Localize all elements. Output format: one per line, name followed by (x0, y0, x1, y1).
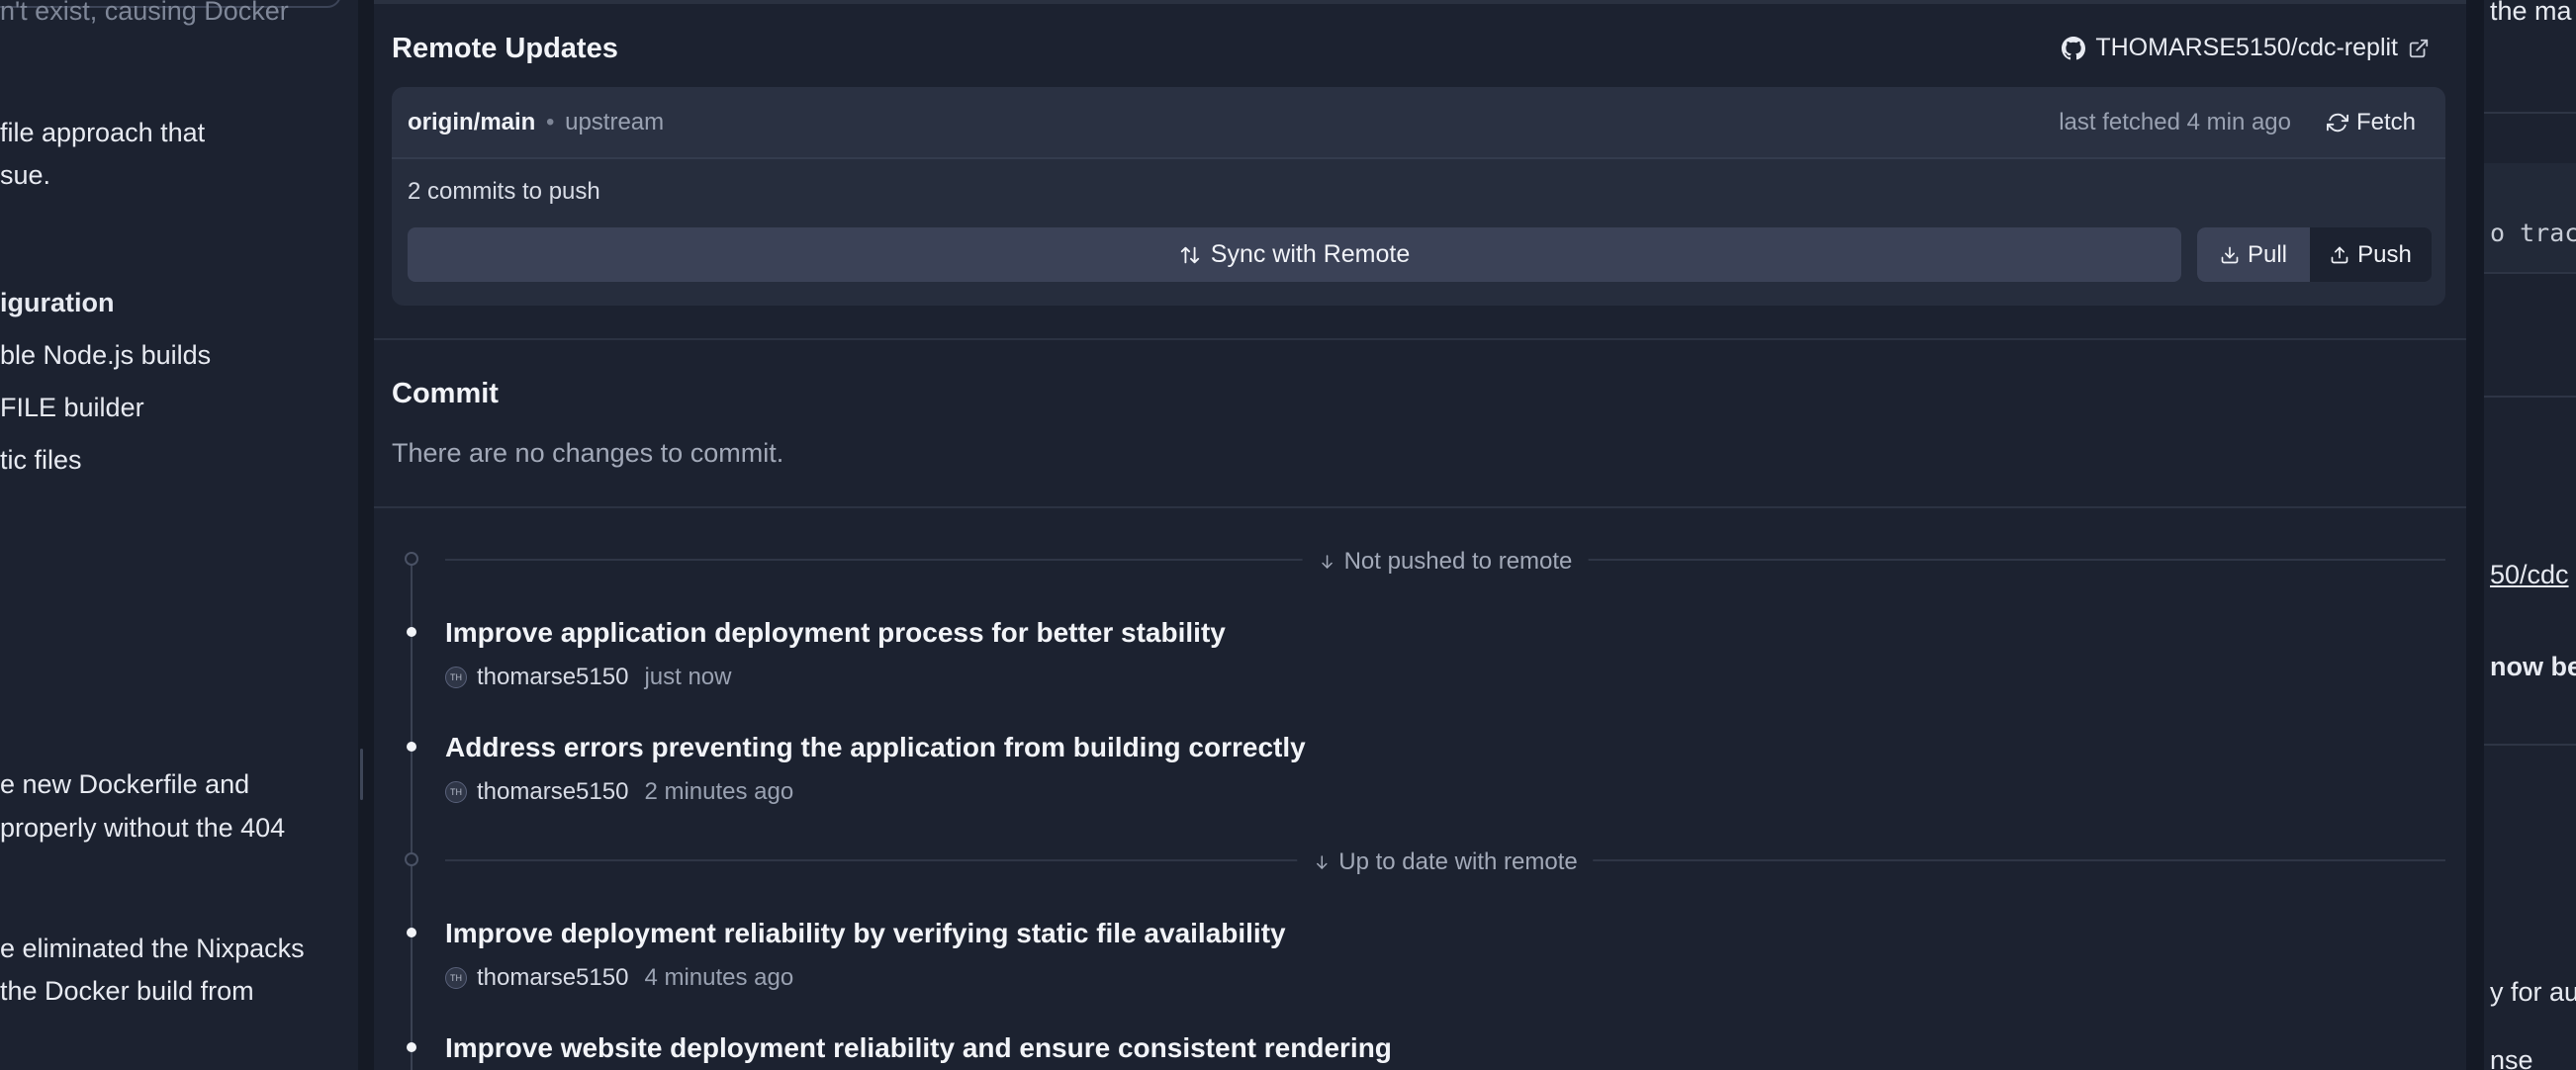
commits-to-push-count: 2 commits to push (408, 178, 600, 205)
chat-list-item: ble Node.js builds (0, 340, 212, 370)
doc-text-line: now be (2490, 652, 2576, 681)
section-divider (374, 506, 2466, 508)
commit-meta: TH thomarse5150 2 minutes ago (445, 778, 793, 806)
chat-list-item: tic files (0, 445, 82, 475)
remote-card: origin/main • upstream last fetched 4 mi… (392, 87, 2445, 306)
pull-push-group: Pull Push (2197, 227, 2432, 282)
commit-section-title: Commit (392, 378, 499, 409)
block-border (2484, 396, 2576, 398)
repo-url-link[interactable]: 50/cdc (2490, 560, 2569, 590)
group-divider-not-pushed: Not pushed to remote (445, 548, 2445, 576)
group-marker (405, 552, 418, 566)
commit-time: just now (644, 664, 732, 690)
sync-label: Sync with Remote (1210, 240, 1411, 268)
last-fetched-text: last fetched 4 min ago (2059, 109, 2291, 135)
avatar: TH (445, 667, 467, 688)
commit-meta: TH thomarse5150 just now (445, 664, 731, 691)
commit-meta: TH thomarse5150 4 minutes ago (445, 964, 793, 992)
chat-text-line: file approach that (0, 118, 206, 147)
commit-time: 2 minutes ago (644, 778, 794, 805)
chat-text-line: n't exist, causing Docker (0, 0, 289, 26)
commit-title[interactable]: Improve website deployment reliability a… (445, 1032, 1392, 1064)
section-divider (374, 338, 2466, 340)
download-icon (2221, 246, 2239, 263)
fetch-label: Fetch (2355, 109, 2416, 135)
doc-text-line: y for au (2490, 977, 2576, 1007)
pull-label: Pull (2247, 240, 2288, 268)
panel-border (2466, 0, 2484, 1070)
group-marker (405, 852, 418, 866)
push-button[interactable]: Push (2310, 227, 2432, 282)
commit-dot (407, 742, 416, 752)
commit-dot (407, 1042, 416, 1052)
commit-author: thomarse5150 (477, 664, 629, 690)
chat-panel: n't exist, causing Docker file approach … (0, 0, 358, 1070)
github-icon (2062, 36, 2086, 59)
repo-name[interactable]: THOMARSE5150/cdc-replit (2095, 34, 2398, 62)
upload-icon (2331, 246, 2348, 263)
group-label: Up to date with remote (1297, 848, 1594, 876)
git-pane: Remote Updates THOMARSE5150/cdc-replit o… (374, 0, 2466, 1070)
branch-header: origin/main • upstream last fetched 4 mi… (392, 87, 2445, 159)
pane-top-border (374, 0, 2466, 4)
commit-time: 4 minutes ago (644, 964, 794, 991)
sync-arrows-icon (1180, 246, 1199, 263)
branch-line: origin/main • upstream (408, 109, 664, 136)
group-label: Not pushed to remote (1302, 548, 1589, 576)
no-changes-message: There are no changes to commit. (392, 438, 784, 468)
chat-text-line: sue. (0, 160, 51, 190)
chat-text-line: properly without the 404 (0, 813, 286, 843)
commit-title[interactable]: Address errors preventing the applicatio… (445, 732, 1306, 763)
arrow-down-icon (1317, 855, 1328, 869)
group-divider-up-to-date: Up to date with remote (445, 848, 2445, 876)
commit-title[interactable]: Improve deployment reliability by verify… (445, 918, 1286, 949)
chat-text-line: e new Dockerfile and (0, 769, 250, 799)
block-border (2484, 272, 2576, 274)
repo-link[interactable]: THOMARSE5150/cdc-replit (2062, 34, 2430, 62)
block-border (2484, 112, 2576, 114)
branch-separator: • (546, 109, 555, 135)
chat-heading: iguration (0, 288, 115, 317)
code-block (2484, 163, 2576, 272)
fetch-button[interactable]: Fetch (2326, 109, 2416, 136)
refresh-icon (2326, 113, 2348, 133)
avatar: TH (445, 967, 467, 989)
right-panel: the ma o trac 50/cdc now be y for au nse (2484, 0, 2576, 1070)
block-border (2484, 744, 2576, 746)
commit-dot (407, 627, 416, 637)
commit-dot (407, 928, 416, 937)
remote-updates-title: Remote Updates (392, 33, 618, 64)
chat-list-item: FILE builder (0, 393, 144, 422)
doc-text-line: the ma (2490, 0, 2572, 26)
commit-author: thomarse5150 (477, 964, 629, 991)
group-label-text: Up to date with remote (1338, 848, 1578, 875)
arrow-down-icon (1322, 555, 1333, 569)
code-line: o trac (2490, 219, 2576, 247)
resize-grip[interactable] (360, 749, 363, 800)
avatar: TH (445, 781, 467, 803)
sync-with-remote-button[interactable]: Sync with Remote (408, 227, 2181, 282)
upstream-label: upstream (565, 109, 665, 135)
push-label: Push (2357, 240, 2412, 268)
doc-text-line: nse (2490, 1045, 2533, 1070)
chat-text-line: e eliminated the Nixpacks (0, 934, 305, 963)
pull-button[interactable]: Pull (2197, 227, 2310, 282)
panel-resize-handle[interactable] (358, 0, 374, 1070)
commit-title[interactable]: Improve application deployment process f… (445, 617, 1226, 649)
chat-text-line: the Docker build from (0, 976, 254, 1006)
branch-name: origin/main (408, 109, 536, 135)
commit-author: thomarse5150 (477, 778, 629, 805)
external-link-icon (2409, 39, 2429, 57)
group-label-text: Not pushed to remote (1343, 548, 1573, 575)
